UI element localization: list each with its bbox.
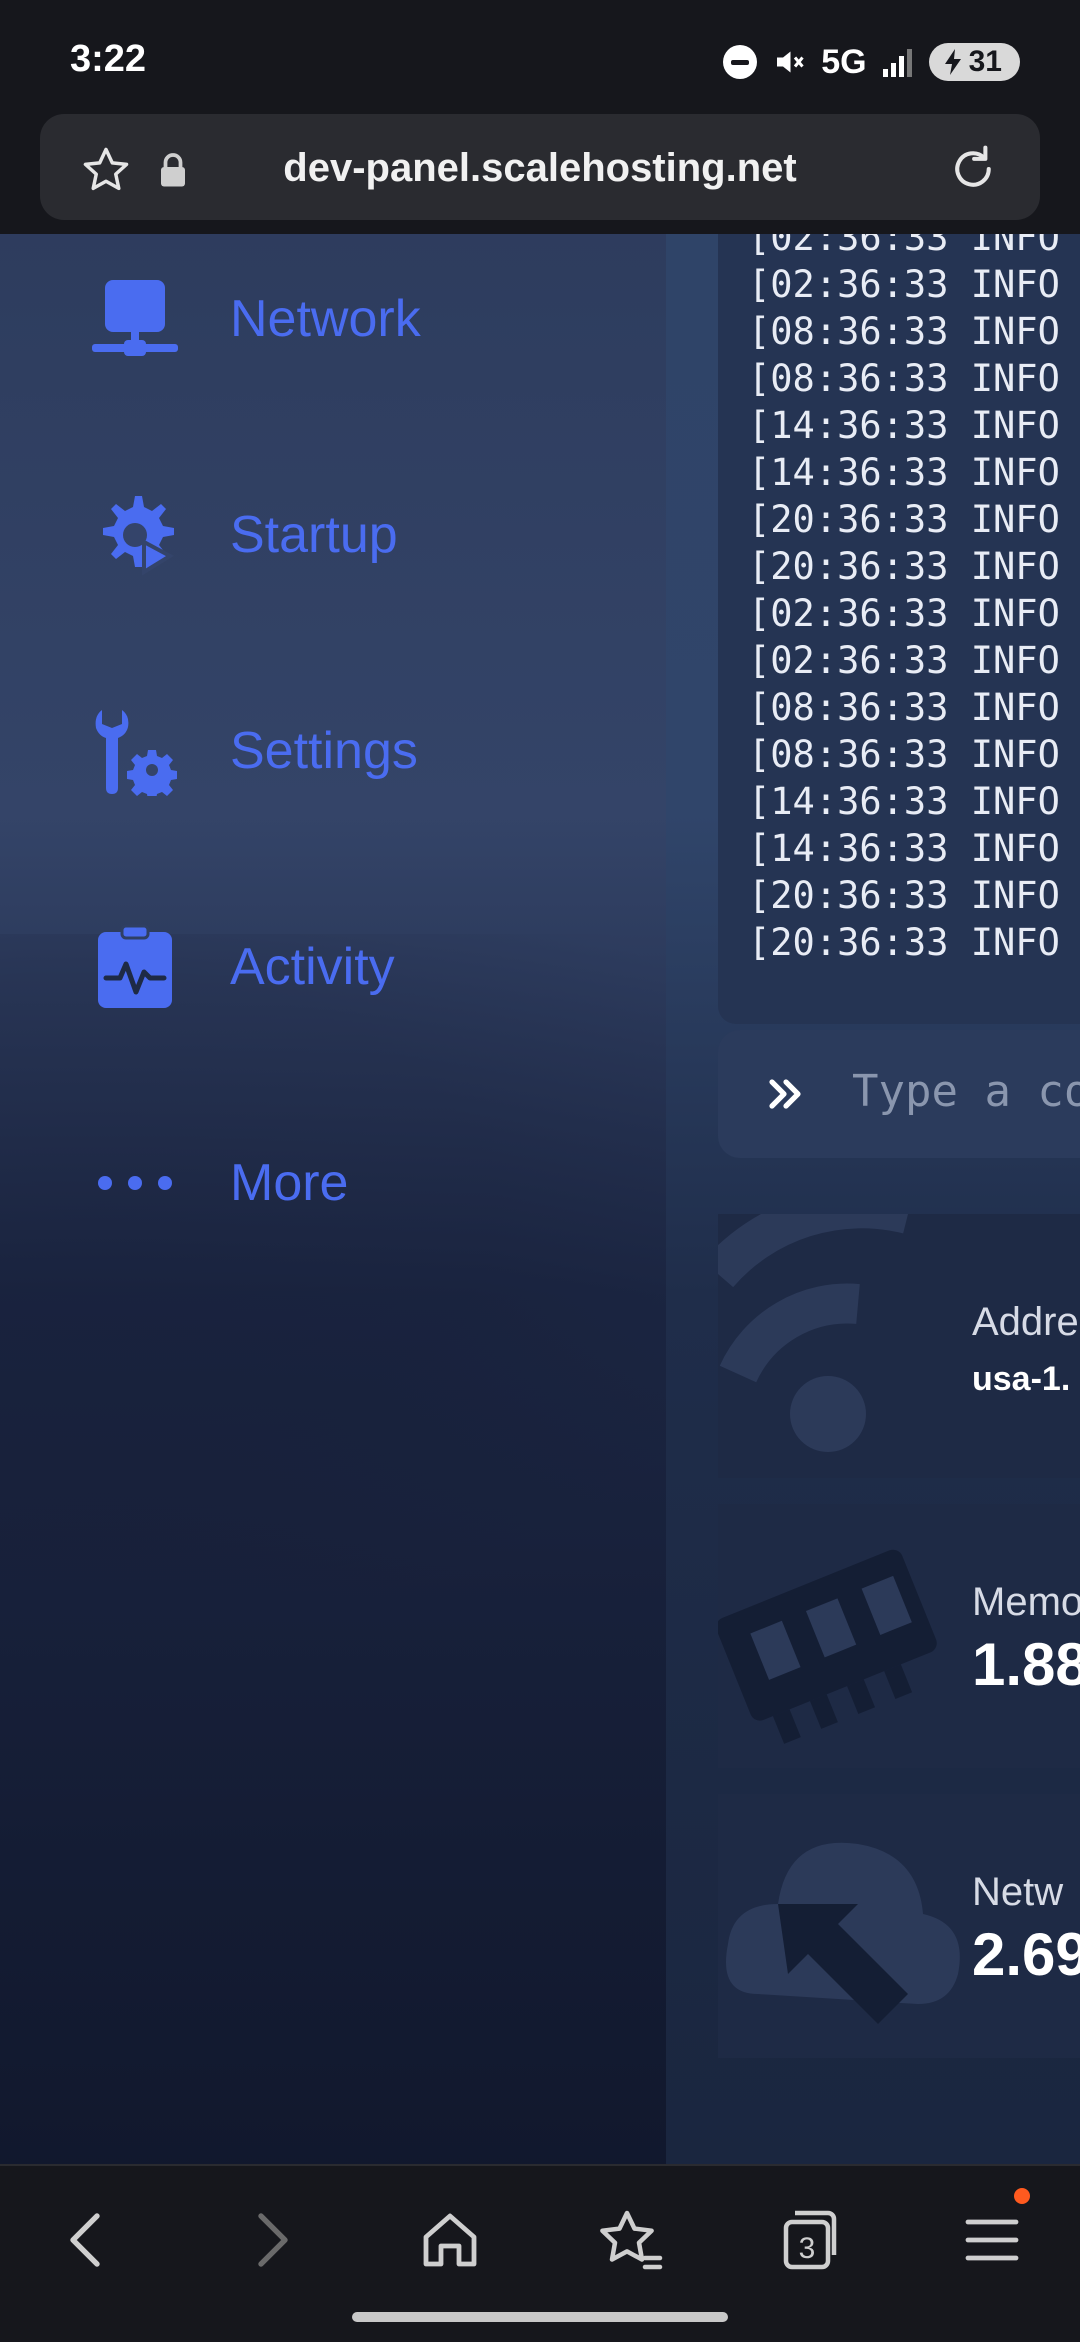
status-bar: 3:22 5G 31 bbox=[0, 0, 1080, 112]
forward-button[interactable] bbox=[234, 2204, 306, 2276]
console-log-line: [14:36:33 INFO bbox=[748, 404, 1060, 447]
reload-icon[interactable] bbox=[946, 142, 1000, 196]
console-log-line: [02:36:33 INFO bbox=[748, 234, 1060, 259]
stat-card-memory: Memo 1.88 bbox=[718, 1504, 1080, 1768]
sidebar-item-label: Settings bbox=[230, 722, 418, 780]
network-type: 5G bbox=[821, 42, 867, 81]
console-output[interactable]: [02:36:33 INFO [02:36:33 INFO [08:36:33 IN… bbox=[718, 234, 1080, 1024]
do-not-disturb-icon bbox=[723, 45, 758, 79]
sidebar-item-label: More bbox=[230, 1154, 349, 1212]
hamburger-menu-icon bbox=[965, 2219, 1019, 2261]
console-log-line: [02:36:33 INFO bbox=[748, 263, 1060, 306]
cloud-upload-background-icon bbox=[726, 1842, 960, 2024]
sidebar-item-label: Startup bbox=[230, 506, 398, 564]
command-input-bar[interactable]: Type a co bbox=[718, 1030, 1080, 1158]
console-log-line: [08:36:33 INFO bbox=[748, 686, 1060, 729]
console-log-lines: [02:36:33 INFO [02:36:33 INFO [08:36:33 IN… bbox=[748, 234, 1060, 966]
wifi-background-icon bbox=[718, 1214, 908, 1452]
status-icons: 5G 31 bbox=[723, 40, 1020, 84]
charging-icon bbox=[944, 49, 961, 75]
chevrons-right-icon bbox=[769, 1079, 801, 1109]
back-button[interactable] bbox=[52, 2204, 124, 2276]
tabs-count: 3 bbox=[799, 2232, 816, 2265]
console-log-line: [14:36:33 INFO bbox=[748, 451, 1060, 494]
url-bar[interactable]: dev-panel.scalehosting.net bbox=[40, 114, 1040, 220]
chevron-right-icon bbox=[258, 2213, 288, 2267]
stat-value-memory: 1.88 bbox=[972, 1631, 1080, 1698]
startup-gear-icon bbox=[90, 490, 180, 580]
battery-indicator: 31 bbox=[928, 43, 1020, 81]
console-log-line: [20:36:33 INFO bbox=[748, 498, 1060, 541]
sidebar-item-settings[interactable]: Settings bbox=[0, 676, 666, 826]
browser-toolbar: dev-panel.scalehosting.net bbox=[0, 112, 1080, 234]
stat-value-address: usa-1. bbox=[972, 1360, 1071, 1398]
sidebar-item-network[interactable]: Network bbox=[0, 244, 666, 394]
sidebar-menu: Network Startup Settings Activity More bbox=[0, 234, 666, 2164]
bookmarks-star-icon bbox=[600, 2210, 663, 2270]
stat-value-network: 2.69 bbox=[972, 1921, 1080, 1988]
stat-label-address: Addre bbox=[972, 1300, 1079, 1344]
browser-bottom-nav: 3 bbox=[0, 2164, 1080, 2342]
home-icon bbox=[423, 2213, 477, 2267]
sidebar-item-activity[interactable]: Activity bbox=[0, 892, 666, 1042]
console-log-line: [08:36:33 INFO bbox=[748, 733, 1060, 776]
console-log-line: [08:36:33 INFO bbox=[748, 310, 1060, 353]
mute-icon bbox=[777, 51, 804, 73]
console-log-line: [08:36:33 INFO bbox=[748, 357, 1060, 400]
stat-card-address: Addre usa-1. bbox=[718, 1214, 1080, 1478]
status-time: 3:22 bbox=[70, 38, 147, 80]
command-input[interactable]: Type a co bbox=[852, 1066, 1080, 1117]
gesture-home-bar[interactable] bbox=[352, 2312, 728, 2322]
bookmarks-button[interactable] bbox=[594, 2204, 666, 2276]
url-text[interactable]: dev-panel.scalehosting.net bbox=[40, 146, 1040, 191]
battery-level: 31 bbox=[968, 45, 1002, 78]
sidebar-item-startup[interactable]: Startup bbox=[0, 460, 666, 610]
tabs-icon: 3 bbox=[783, 2210, 837, 2270]
stat-label-network: Netw bbox=[972, 1870, 1064, 1914]
network-icon bbox=[90, 274, 180, 364]
console-log-line: [14:36:33 INFO bbox=[748, 827, 1060, 870]
console-log-line: [02:36:33 INFO bbox=[748, 592, 1060, 635]
more-dots-icon bbox=[90, 1138, 180, 1228]
activity-icon bbox=[90, 922, 180, 1012]
stat-card-network: Netw 2.69 bbox=[718, 1794, 1080, 2058]
console-log-line: [14:36:33 INFO bbox=[748, 780, 1060, 823]
sidebar-item-more[interactable]: More bbox=[0, 1108, 666, 1258]
home-button[interactable] bbox=[414, 2204, 486, 2276]
signal-icon bbox=[882, 49, 912, 77]
memory-chip-background-icon bbox=[718, 1549, 937, 1744]
sidebar-item-label: Activity bbox=[230, 938, 395, 996]
console-log-line: [20:36:33 INFO bbox=[748, 545, 1060, 588]
tabs-button[interactable]: 3 bbox=[774, 2204, 846, 2276]
sidebar-item-label: Network bbox=[230, 290, 421, 348]
console-log-line: [20:36:33 INFO bbox=[748, 921, 1060, 964]
console-log-line: [02:36:33 INFO bbox=[748, 639, 1060, 682]
menu-button[interactable] bbox=[956, 2204, 1028, 2276]
page-content: [02:36:33 INFO [02:36:33 INFO [08:36:33 IN… bbox=[0, 234, 1080, 2164]
console-log-line: [20:36:33 INFO bbox=[748, 874, 1060, 917]
stat-label-memory: Memo bbox=[972, 1580, 1080, 1624]
chevron-left-icon bbox=[70, 2213, 100, 2267]
settings-wrench-icon bbox=[90, 706, 180, 796]
notification-dot bbox=[1014, 2188, 1030, 2204]
